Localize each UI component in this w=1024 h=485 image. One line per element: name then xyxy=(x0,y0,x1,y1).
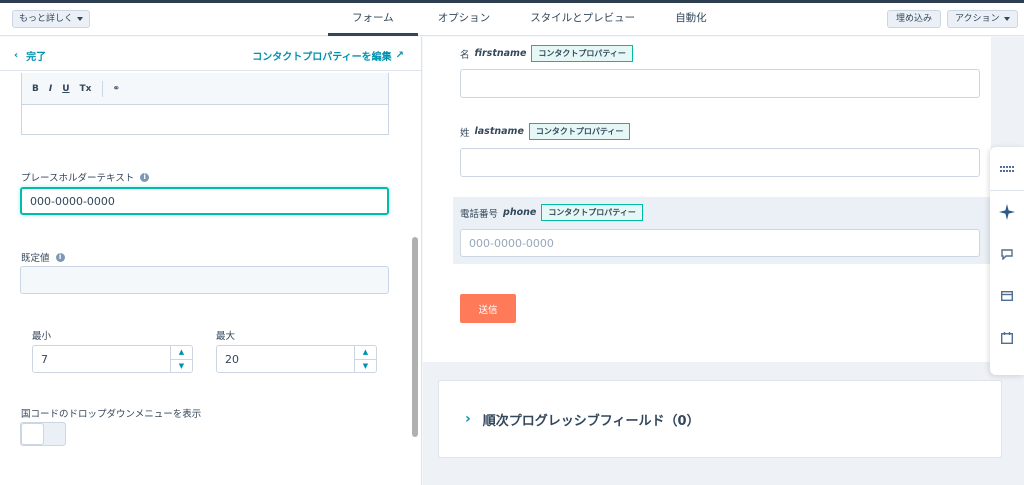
edit-contact-property-label: コンタクトプロパティーを編集 xyxy=(252,52,392,63)
contact-property-chip: コンタクトプロパティー xyxy=(528,123,631,140)
side-tool-rail xyxy=(990,147,1024,375)
tab-bar: フォーム オプション スタイルとプレビュー 自動化 xyxy=(328,3,727,36)
placeholder-label-text: プレースホルダーテキスト xyxy=(21,173,135,184)
scrollbar[interactable] xyxy=(412,237,418,437)
country-code-dropdown-label: 国コードのドロップダウンメニューを表示 xyxy=(21,409,202,420)
default-value-field-label: 既定値 i xyxy=(21,250,65,264)
tab-form[interactable]: フォーム xyxy=(328,3,418,36)
lastname-input[interactable] xyxy=(460,148,980,177)
bold-button[interactable]: B xyxy=(32,84,39,94)
increment-icon[interactable]: ▲ xyxy=(171,346,192,359)
more-details-button[interactable]: もっと詳しく xyxy=(12,10,91,28)
default-value-input[interactable] xyxy=(20,266,389,294)
firstname-internal-name: firstname xyxy=(474,48,527,59)
phone-label: 電話番号 xyxy=(460,208,499,220)
actions-button[interactable]: アクション xyxy=(947,10,1018,28)
max-stepper: ▲ ▼ xyxy=(354,346,376,372)
default-value-label-text: 既定値 xyxy=(21,253,50,264)
chevron-right-icon: › xyxy=(465,411,471,427)
underline-button[interactable]: U xyxy=(62,84,69,94)
min-stepper: ▲ ▼ xyxy=(170,346,192,372)
decrement-icon[interactable]: ▼ xyxy=(171,358,192,373)
min-value: 7 xyxy=(41,352,48,366)
submit-button[interactable]: 送信 xyxy=(460,294,516,323)
window-icon[interactable] xyxy=(990,275,1024,317)
actions-label: アクション xyxy=(955,14,1000,24)
lastname-label: 姓 xyxy=(460,127,470,139)
toggle-knob xyxy=(21,423,44,445)
embed-button[interactable]: 埋め込み xyxy=(887,10,942,28)
phone-internal-name: phone xyxy=(503,207,537,218)
phone-input[interactable]: 000-0000-0000 xyxy=(460,229,980,257)
placeholder-input-value: 000-0000-0000 xyxy=(30,194,115,208)
chevron-left-icon: ‹ xyxy=(14,50,19,61)
grid-icon[interactable] xyxy=(990,147,1024,191)
tab-automation[interactable]: 自動化 xyxy=(655,3,727,36)
max-value: 20 xyxy=(225,352,239,366)
done-button[interactable]: ‹ 完了 xyxy=(14,48,46,63)
increment-icon[interactable]: ▲ xyxy=(355,346,376,359)
min-length-input[interactable]: 7 ▲ ▼ xyxy=(32,345,193,373)
tab-style-preview[interactable]: スタイルとプレビュー xyxy=(510,3,655,36)
progressive-fields-section[interactable]: › 順次プログレッシブフィールド（0） xyxy=(438,380,1002,458)
external-link-icon: ↗ xyxy=(395,50,404,61)
firstname-label: 名 xyxy=(460,49,470,61)
chat-icon[interactable] xyxy=(990,233,1024,275)
max-label: 最大 xyxy=(216,331,236,342)
country-code-toggle[interactable] xyxy=(20,422,66,446)
sparkle-icon[interactable] xyxy=(990,191,1024,233)
toolbar-divider xyxy=(101,80,103,97)
phone-input-placeholder: 000-0000-0000 xyxy=(469,236,554,250)
done-label: 完了 xyxy=(26,52,47,63)
firstname-input[interactable] xyxy=(460,69,980,98)
rich-text-editor: B I U Tx ⚭ xyxy=(21,73,389,135)
edit-contact-property-link[interactable]: コンタクトプロパティーを編集 ↗ xyxy=(252,48,404,63)
contact-property-chip: コンタクトプロパティー xyxy=(541,204,643,221)
chevron-down-icon xyxy=(1003,17,1010,21)
form-preview: 名 firstname コンタクトプロパティー 姓 lastname コンタクト… xyxy=(423,37,1024,485)
top-bar: もっと詳しく フォーム オプション スタイルとプレビュー 自動化 埋め込み アク… xyxy=(0,0,1024,36)
chevron-down-icon xyxy=(77,17,84,21)
form-card: 名 firstname コンタクトプロパティー 姓 lastname コンタクト… xyxy=(423,37,991,362)
lastname-field-label: 姓 lastname コンタクトプロパティー xyxy=(460,123,631,140)
placeholder-field-label: プレースホルダーテキスト i xyxy=(21,170,150,184)
italic-button[interactable]: I xyxy=(49,84,52,94)
decrement-icon[interactable]: ▼ xyxy=(355,358,376,373)
lastname-internal-name: lastname xyxy=(474,126,524,137)
panel-header: ‹ 完了 コンタクトプロパティーを編集 ↗ xyxy=(0,37,421,71)
link-icon[interactable]: ⚭ xyxy=(113,84,121,94)
contact-property-chip: コンタクトプロパティー xyxy=(531,45,633,62)
field-settings-panel: ‹ 完了 コンタクトプロパティーを編集 ↗ B I U Tx ⚭ プレースホルダ… xyxy=(0,37,422,485)
calendar-icon[interactable] xyxy=(990,317,1024,359)
more-details-label: もっと詳しく xyxy=(19,14,74,24)
info-icon[interactable]: i xyxy=(55,252,65,262)
progressive-fields-label: 順次プログレッシブフィールド（0） xyxy=(482,413,700,429)
clear-format-button[interactable]: Tx xyxy=(80,84,92,94)
placeholder-text-input[interactable]: 000-0000-0000 xyxy=(20,187,389,215)
editor-toolbar: B I U Tx ⚭ xyxy=(22,73,388,105)
editor-body[interactable] xyxy=(22,105,388,133)
firstname-field-label: 名 firstname コンタクトプロパティー xyxy=(460,45,633,62)
phone-field-label: 電話番号 phone コンタクトプロパティー xyxy=(460,204,643,221)
info-icon[interactable]: i xyxy=(140,172,150,182)
max-length-input[interactable]: 20 ▲ ▼ xyxy=(216,345,377,373)
min-label: 最小 xyxy=(32,331,52,342)
scrollbar-thumb[interactable] xyxy=(412,237,418,437)
tab-options[interactable]: オプション xyxy=(418,3,511,36)
